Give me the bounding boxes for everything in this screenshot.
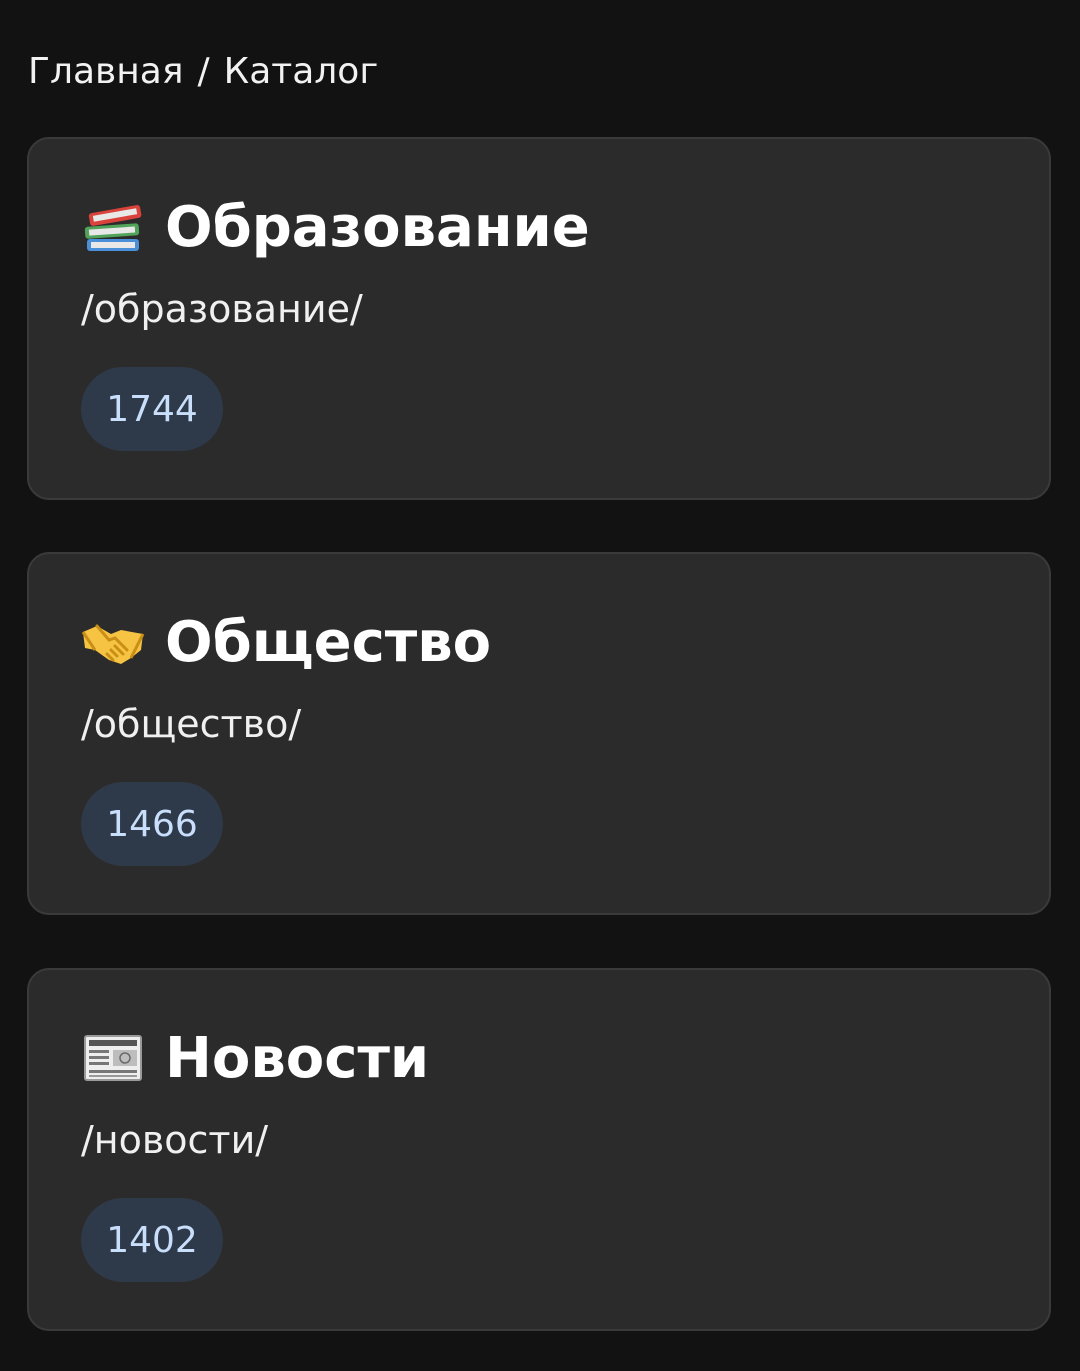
card-path: /новости/ <box>81 1118 269 1162</box>
books-icon <box>81 195 145 259</box>
card-title: Новости <box>165 1025 430 1091</box>
breadcrumb-home-link[interactable]: Главная <box>28 51 184 92</box>
card-title-row: Образование <box>81 191 590 263</box>
card-path: /общество/ <box>81 702 302 746</box>
breadcrumb-current: Каталог <box>223 50 379 92</box>
category-card-news[interactable]: Новости /новости/ 1402 <box>27 968 1051 1331</box>
breadcrumb: Главная / Каталог <box>28 46 378 96</box>
card-title-row: Общество <box>81 606 491 678</box>
count-badge: 1466 <box>81 782 223 866</box>
count-badge: 1744 <box>81 367 223 451</box>
newspaper-icon <box>81 1026 145 1090</box>
handshake-icon <box>81 610 145 674</box>
category-card-education[interactable]: Образование /образование/ 1744 <box>27 137 1051 500</box>
card-title-row: Новости <box>81 1022 429 1094</box>
count-badge: 1402 <box>81 1198 223 1282</box>
category-card-society[interactable]: Общество /общество/ 1466 <box>27 552 1051 915</box>
breadcrumb-separator: / <box>197 50 210 92</box>
card-title: Образование <box>165 194 590 260</box>
card-title: Общество <box>165 609 492 675</box>
card-path: /образование/ <box>81 287 363 331</box>
